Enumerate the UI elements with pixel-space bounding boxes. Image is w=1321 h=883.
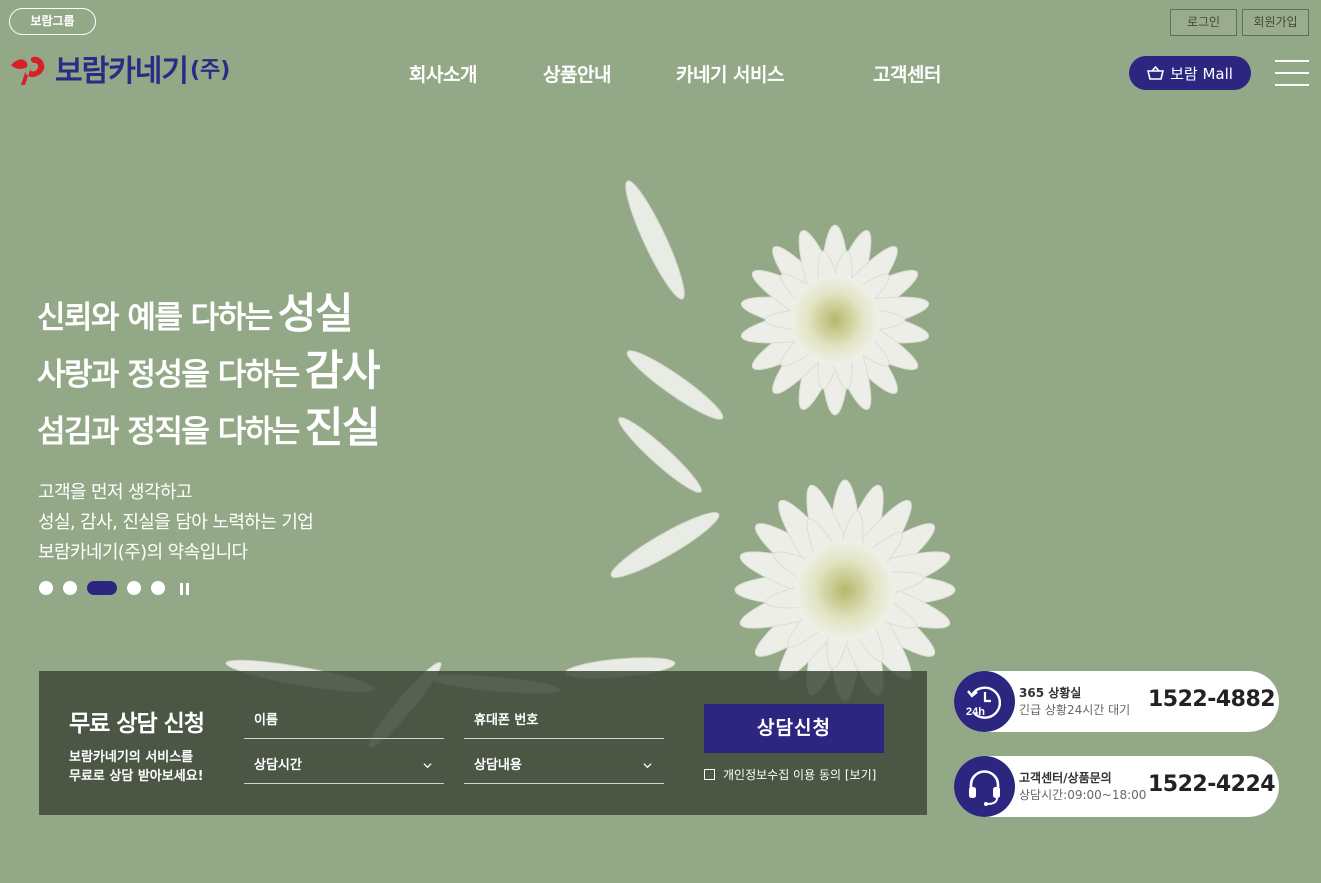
contact-number: 1522-4224	[1148, 772, 1276, 797]
hero-line-2: 사랑과 정성을 다하는 감사	[37, 346, 381, 395]
logo[interactable]: 보람카네기 (주)	[9, 47, 230, 89]
hero-line-3: 섬김과 정직을 다하는 진실	[37, 403, 381, 452]
privacy-agree[interactable]: 개인정보수집 이용 동의 [보기]	[704, 766, 876, 783]
basket-icon	[1147, 66, 1165, 80]
name-input[interactable]: 이름	[244, 703, 444, 739]
contact-desc: 상담시간:09:00~18:00	[1019, 788, 1147, 802]
nav-services[interactable]: 카네기 서비스	[676, 60, 785, 87]
contact-label: 고객센터/상품문의	[1019, 771, 1112, 785]
hero-subtext-2: 성실, 감사, 진실을 담아 노력하는 기업	[38, 512, 314, 533]
agree-label: 개인정보수집 이용 동의 [보기]	[723, 768, 877, 782]
logo-suffix: (주)	[190, 58, 231, 83]
menu-icon[interactable]	[1275, 60, 1309, 86]
content-select[interactable]: 상담내용	[464, 748, 664, 784]
hero-line-1: 신뢰와 예를 다하는 성실	[37, 289, 354, 338]
mall-label: 보람 Mall	[1170, 64, 1233, 83]
consult-desc: 보람카네기의 서비스를 무료로 상담 받아보세요!	[69, 750, 204, 784]
contact-desc: 긴급 상황24시간 대기	[1019, 703, 1131, 717]
headset-icon	[954, 756, 1015, 817]
logo-text: 보람카네기	[55, 54, 189, 89]
nav-support[interactable]: 고객센터	[873, 60, 941, 87]
login-button[interactable]: 로그인	[1170, 9, 1237, 36]
24h-clock-icon: 24h	[954, 671, 1015, 732]
contact-card-support[interactable]: 고객센터/상품문의 상담시간:09:00~18:00 1522-4224	[954, 756, 1279, 817]
nav-products[interactable]: 상품안내	[543, 60, 611, 87]
svg-text:24h: 24h	[966, 706, 985, 718]
mall-button[interactable]: 보람 Mall	[1129, 56, 1251, 90]
logo-mark-icon	[11, 56, 45, 85]
contact-number: 1522-4882	[1148, 687, 1276, 712]
join-button[interactable]: 회원가입	[1242, 9, 1309, 36]
slide-dot[interactable]	[127, 581, 141, 595]
group-link[interactable]: 보람그룹	[9, 8, 96, 35]
slide-dot[interactable]	[63, 581, 77, 595]
slide-dot[interactable]	[151, 581, 165, 595]
chevron-down-icon	[643, 763, 652, 769]
pause-icon[interactable]	[180, 583, 190, 595]
phone-input[interactable]: 휴대폰 번호	[464, 703, 664, 739]
chevron-down-icon	[423, 763, 432, 769]
consult-form: 무료 상담 신청 보람카네기의 서비스를 무료로 상담 받아보세요! 이름 휴대…	[39, 671, 927, 815]
slide-dot-active[interactable]	[87, 581, 117, 595]
hero-subtext-3: 보람카네기(주)의 약속입니다	[38, 542, 248, 563]
consult-title: 무료 상담 신청	[69, 711, 205, 737]
contact-card-emergency[interactable]: 24h 365 상황실 긴급 상황24시간 대기 1522-4882	[954, 671, 1279, 732]
hero-subtext-1: 고객을 먼저 생각하고	[38, 482, 192, 503]
slide-dot[interactable]	[39, 581, 53, 595]
agree-checkbox[interactable]	[704, 769, 715, 780]
contact-label: 365 상황실	[1019, 686, 1082, 700]
nav-company[interactable]: 회사소개	[409, 60, 477, 87]
consult-submit-button[interactable]: 상담신청	[704, 704, 884, 753]
time-select[interactable]: 상담시간	[244, 748, 444, 784]
